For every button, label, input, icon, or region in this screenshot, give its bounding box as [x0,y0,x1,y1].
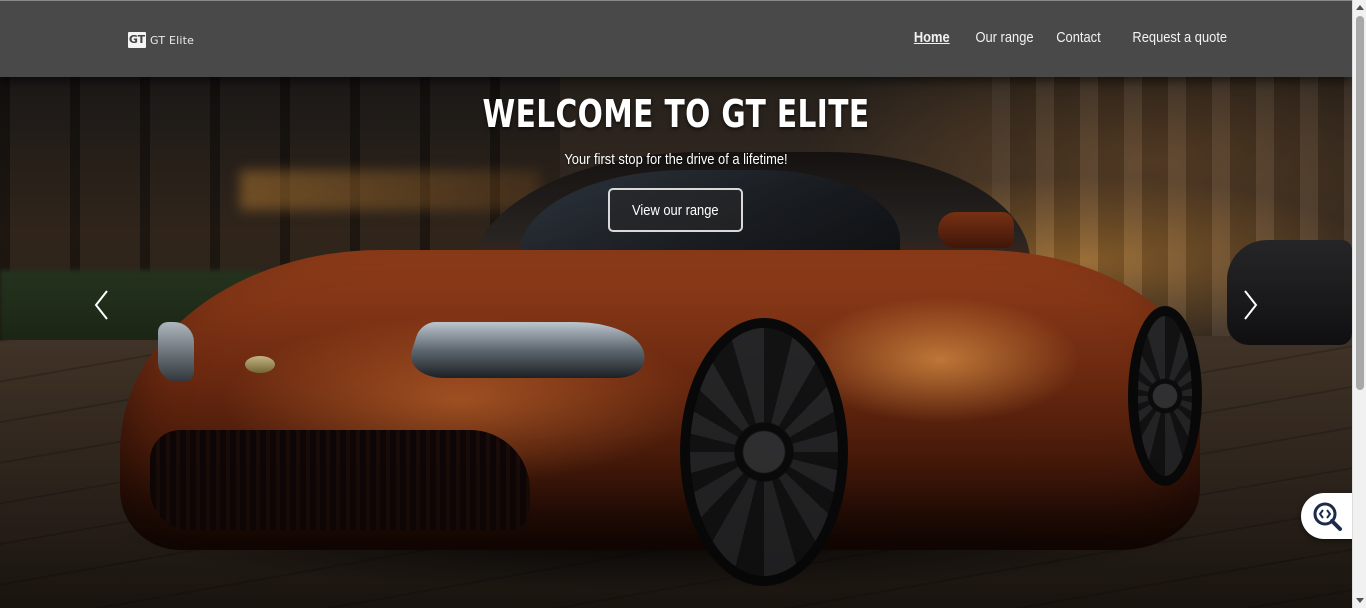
chevron-left-icon [94,290,108,320]
scroll-up-arrow-icon[interactable] [1356,5,1364,10]
nav-our-range-link[interactable]: Our range [975,29,1033,46]
navbar: GT GT Elite Home Our range Contact Reque… [0,0,1352,77]
scroll-thumb[interactable] [1356,16,1364,390]
page-scrollbar[interactable] [1352,0,1366,608]
scroll-down-arrow-icon[interactable] [1356,598,1364,603]
nav-home-link[interactable]: Home [914,29,950,46]
carousel-prev-button[interactable] [92,288,112,322]
accessibility-zoom-icon [1313,502,1342,531]
carousel-next-button[interactable] [1240,288,1260,322]
gt-logo-icon: GT [128,32,146,48]
brand-name: GT Elite [150,33,195,47]
hero-title: WELCOME TO GT ELITE [482,92,870,136]
view-our-range-label: View our range [632,201,719,219]
nav-request-quote-link[interactable]: Request a quote [1132,29,1227,46]
nav-contact-link[interactable]: Contact [1056,29,1100,46]
nav-menu: Home Our range Contact Request a quote [908,29,1227,46]
brand-logo-link[interactable]: GT GT Elite [128,31,194,49]
chevron-right-icon [1244,290,1258,320]
hero-subtitle: Your first stop for the drive of a lifet… [564,151,788,168]
view-our-range-button[interactable]: View our range [608,188,743,232]
